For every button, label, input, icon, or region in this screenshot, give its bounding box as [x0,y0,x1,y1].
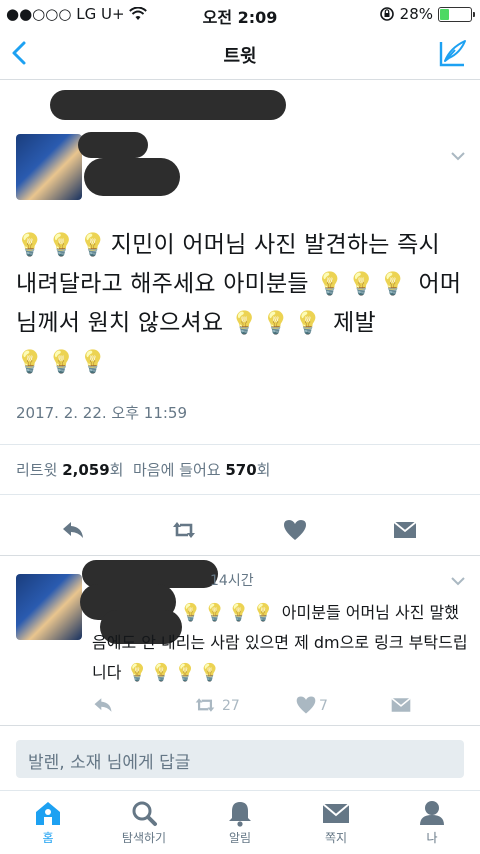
lightbulb-icon: 💡 [293,311,322,336]
heart-icon[interactable] [282,517,308,543]
lightbulb-icon: 💡 [252,603,274,623]
lightbulb-icon: 💡 [47,350,76,375]
lightbulb-icon: 💡 [230,311,259,336]
direct-message-icon[interactable] [392,517,418,543]
reply-time: 14시간 [210,573,254,589]
lightbulb-icon: 💡 [47,233,76,258]
reply-text: 💡 💡 💡 💡 아미분들 어머님 사진 말했음에도 안 내리는 사람 있으면 제 dm… [92,598,468,688]
lightbulb-icon: 💡 [79,350,107,375]
lightbulb-icon: 💡 [379,272,407,297]
tab-label: 홈 [42,831,54,845]
battery-fill [440,8,449,20]
divider [0,494,480,495]
lightbulb-icon: 💡 [262,311,290,336]
nav-bar: 트윗 [0,28,480,80]
bell-icon [229,802,251,827]
like-count[interactable]: 570 [225,461,256,479]
tweet-text: 💡 💡 💡 지민이 어머님 사진 발견하는 즉시 내려달라고 해주세요 아미분들 💡 💡… [16,226,468,382]
search-icon [132,801,157,826]
redacted-name-scribble [50,90,286,120]
page-title: 트윗 [223,46,257,67]
lightbulb-icon: 💡 [126,663,148,683]
profile-icon [420,801,444,825]
lightbulb-icon: 💡 [204,603,226,623]
tab-label: 나 [426,831,438,845]
redacted-handle-scribble [84,158,180,196]
retweet-icon[interactable] [169,517,199,543]
reply-like-count: 7 [319,698,328,714]
lightbulb-icon: 💡 [347,272,376,297]
compose-tweet-icon[interactable] [438,38,468,68]
status-bar: ●●○○○ LG U+ 오전 2:09 28% [0,0,480,28]
reply-tweet[interactable]: 14시간 💡 💡 💡 💡 아미분들 어머님 사진 말했음에도 안 내리는 사람 있으면… [0,556,480,726]
reply-text-part: 아미분들 어머님 사진 [281,603,425,622]
count-unit: 회 [256,461,271,479]
author-avatar[interactable] [16,134,82,200]
chevron-down-icon[interactable] [450,151,466,161]
reply-author-avatar[interactable] [16,574,82,640]
tweet-stats: 리트윗 2,059회 마음에 들어요 570회 [16,459,270,480]
lightbulb-icon: 💡 [174,663,197,683]
rotation-lock-icon [379,7,394,21]
lightbulb-icon: 💡 [16,350,44,375]
tweet-text-part: 제발 [333,310,376,336]
count-unit: 회 [109,461,124,479]
tab-me[interactable]: 나 [392,799,472,846]
lightbulb-icon: 💡 [16,233,44,258]
home-icon [36,802,60,825]
lightbulb-icon: 💡 [180,603,202,623]
reply-icon[interactable] [60,517,86,543]
retweet-count[interactable]: 2,059 [62,461,109,479]
heart-icon[interactable] [295,694,317,716]
like-label: 마음에 들어요 [133,461,221,479]
lightbulb-icon: 💡 [79,233,107,258]
retweet-icon[interactable] [192,694,218,716]
tab-notifications[interactable]: 알림 [200,799,280,846]
battery-percent: 28% [399,5,433,23]
lightbulb-icon: 💡 [228,603,250,623]
tab-explore[interactable]: 탐색하기 [104,799,184,846]
reply-input[interactable]: 발렌, 소재 님에게 답글 [16,740,464,778]
tab-label: 쪽지 [324,831,348,845]
lightbulb-icon: 💡 [316,272,344,297]
reply-icon[interactable] [92,694,114,716]
lightbulb-icon: 💡 [199,663,221,683]
status-right: 28% [379,5,475,23]
tab-bar: 홈 탐색하기 알림 쪽지 나 [0,790,480,854]
tweet-actions [0,510,480,550]
lightbulb-icon: 💡 [150,663,172,683]
chevron-down-icon[interactable] [450,576,466,586]
redacted-handle-scribble [78,132,148,158]
main-tweet: 💡 💡 💡 지민이 어머님 사진 발견하는 즉시 내려달라고 해주세요 아미분들 💡 💡… [0,80,480,556]
mail-icon [322,803,350,823]
reply-actions: 27 7 [0,694,480,720]
direct-message-icon[interactable] [390,694,412,716]
divider [0,444,480,445]
retweet-label: 리트윗 [16,461,58,479]
reply-retweet-count: 27 [222,698,240,714]
battery-icon [438,6,475,22]
tweet-timestamp: 2017. 2. 22. 오후 11:59 [16,404,188,422]
tab-home[interactable]: 홈 [8,799,88,846]
tab-label: 알림 [228,831,252,845]
tab-messages[interactable]: 쪽지 [296,799,376,846]
tab-label: 탐색하기 [121,831,167,845]
